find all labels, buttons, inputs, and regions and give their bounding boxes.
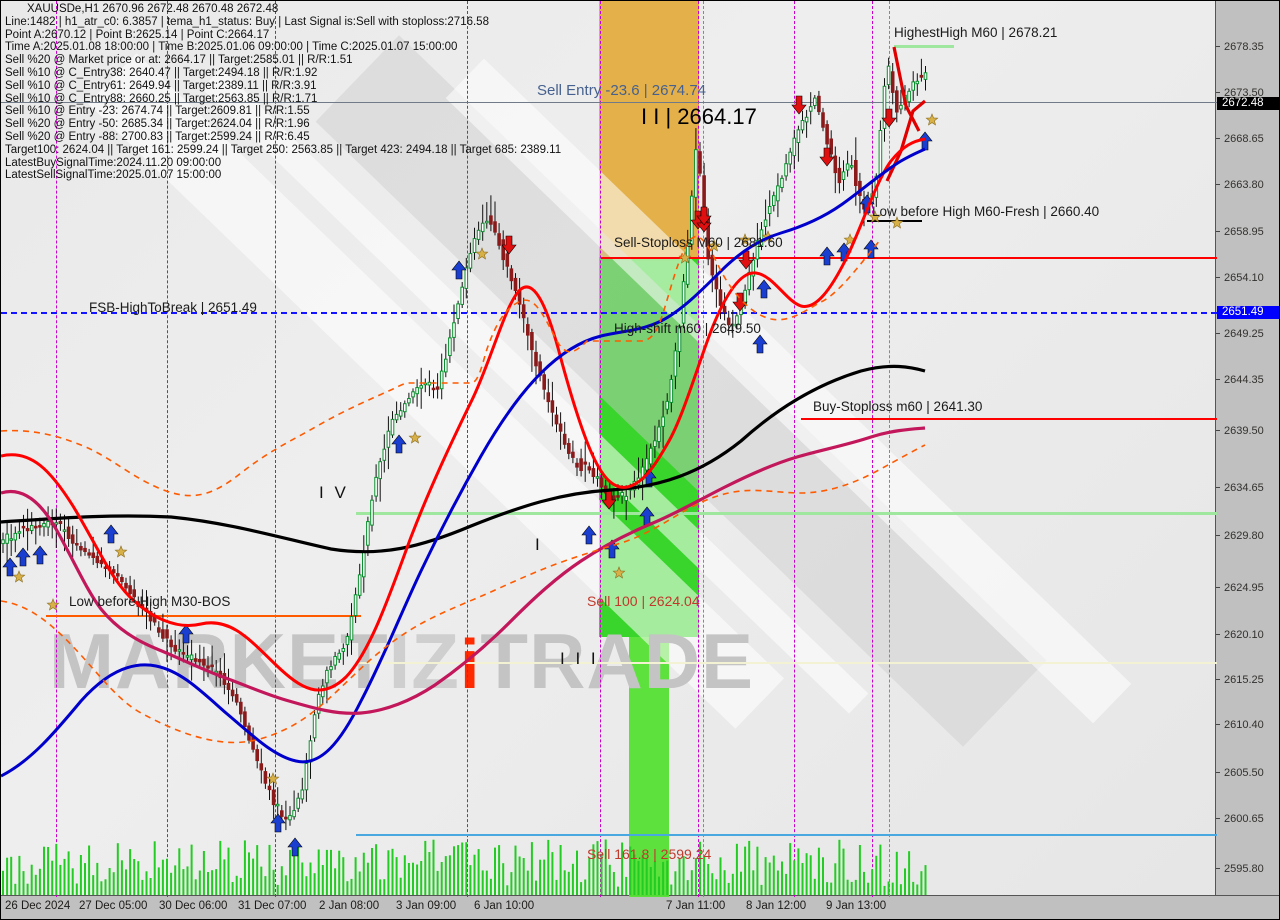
time-tick-4: 2 Jan 08:00 (319, 900, 380, 912)
price-tick-3: 2663.80 (1216, 179, 1279, 191)
sell-1618-label: Sell 161.8 | 2599.24 (587, 846, 712, 862)
symbol-ohlc-line: XAUUSDe,H1 2670.96 2672.48 2670.48 2672.… (27, 3, 279, 15)
time-tick-8: 8 Jan 12:00 (746, 900, 807, 912)
info-line-2: Time A:2025.01.08 18:00:00 | Time B:2025… (5, 41, 458, 54)
info-line-6: Sell %10 @ C_Entry88: 2660.25 || Target:… (5, 92, 318, 105)
info-line-9: Sell %20 @ Entry -88: 2700.83 || Target:… (5, 130, 310, 143)
time-tick-2: 30 Dec 06:00 (159, 900, 228, 912)
sell-100-label: Sell 100 | 2624.04 (587, 593, 700, 609)
time-tick-3: 31 Dec 07:00 (238, 900, 307, 912)
time-tick-5: 3 Jan 09:00 (396, 900, 457, 912)
point-c-label: I I | 2664.17 (641, 104, 757, 129)
price-tick-15: 2605.50 (1216, 767, 1279, 779)
price-tick-6: 2649.25 (1216, 328, 1279, 340)
price-tick-13: 2615.25 (1216, 674, 1279, 686)
price-scale[interactable]: 2678.35 2673.50 2668.65 2663.80 2658.95 2654.… (1215, 1, 1279, 897)
price-tick-8: 2639.50 (1216, 425, 1279, 437)
info-line-3: Sell %20 @ Market price or at: 2664.17 |… (5, 54, 353, 67)
info-line-4: Sell %10 @ C_Entry38: 2640.47 || Target:… (5, 66, 318, 79)
time-scale[interactable]: 26 Dec 2024 27 Dec 05:00 30 Dec 06:00 31 De… (1, 895, 1279, 919)
time-tick-7: 7 Jan 11:00 (666, 900, 726, 912)
high-shift-label: High-shift m60 | 2649.50 (614, 321, 761, 336)
price-tick-7: 2644.35 (1216, 374, 1279, 386)
chart-plot-area[interactable]: MARKETIZiTRADE HighestHigh M60 | 2678.21 (1, 1, 1217, 897)
info-line-12: LatestSellSignalTime:2025.01.07 15:00:00 (5, 169, 222, 182)
time-tick-0: 26 Dec 2024 (5, 900, 71, 912)
sell-entry-label: Sell Entry -23.6 | 2674.74 (537, 82, 706, 99)
current-price-badge: 2672.48 (1217, 97, 1279, 110)
wave-iii-label: I I I (560, 649, 599, 668)
info-line-0: Line:1482 | h1_atr_c0: 6.3857 | tema_h1_… (5, 15, 489, 28)
info-line-8: Sell %20 @ Entry -50: 2685.34 || Target:… (5, 118, 310, 131)
price-tick-11: 2624.95 (1216, 582, 1279, 594)
price-tick-4: 2658.95 (1216, 226, 1279, 238)
price-tick-17: 2595.80 (1216, 863, 1279, 875)
wave-iv-label: I V (319, 483, 349, 502)
price-tick-14: 2610.40 (1216, 719, 1279, 731)
info-line-10: Target100: 2624.04 || Target 161: 2599.2… (5, 143, 562, 156)
info-line-11: LatestBuySignalTime:2024.11.20 09:00:00 (5, 156, 222, 169)
info-line-1: Point A:2670.12 | Point B:2625.14 | Poin… (5, 28, 270, 41)
price-tick-12: 2620.10 (1216, 629, 1279, 641)
info-lines: Line:1482 | h1_atr_c0: 6.3857 | tema_h1_… (5, 16, 561, 182)
time-tick-9: 9 Jan 13:00 (826, 900, 887, 912)
info-line-5: Sell %10 @ C_Entry61: 2649.94 || Target:… (5, 79, 317, 92)
time-tick-1: 27 Dec 05:00 (79, 900, 148, 912)
level-price-badge: 2651.49 (1217, 306, 1279, 319)
chart-info-block: XAUUSDe,H1 2670.96 2672.48 2670.48 2672.… (5, 3, 561, 182)
wave-i-label: I (535, 535, 543, 554)
price-tick-10: 2629.80 (1216, 530, 1279, 542)
time-tick-6: 6 Jan 10:00 (474, 900, 535, 912)
buy-stoploss-label: Buy-Stoploss m60 | 2641.30 (813, 399, 983, 414)
sell-stoploss-label: Sell-Stoploss M60 | 2681.60 (614, 235, 783, 250)
price-tick-16: 2600.65 (1216, 813, 1279, 825)
price-tick-0: 2678.35 (1216, 41, 1279, 53)
price-tick-9: 2634.65 (1216, 482, 1279, 494)
low-before-high-m60: Low before High M60-Fresh | 2660.40 (872, 204, 1100, 219)
highest-high-label: HighestHigh M60 | 2678.21 (894, 25, 1058, 40)
trading-chart-window: MARKETIZiTRADE HighestHigh M60 | 2678.21 (0, 0, 1280, 920)
price-tick-5: 2654.10 (1216, 272, 1279, 284)
fsb-high-to-break: FSB-HighToBreak | 2651.49 (89, 300, 257, 315)
info-line-7: Sell %10 @ Entry -23: 2674.74 || Target:… (5, 105, 310, 118)
low-before-high-m30: Low before High M30-BOS (69, 594, 231, 609)
price-tick-2: 2668.65 (1216, 133, 1279, 145)
